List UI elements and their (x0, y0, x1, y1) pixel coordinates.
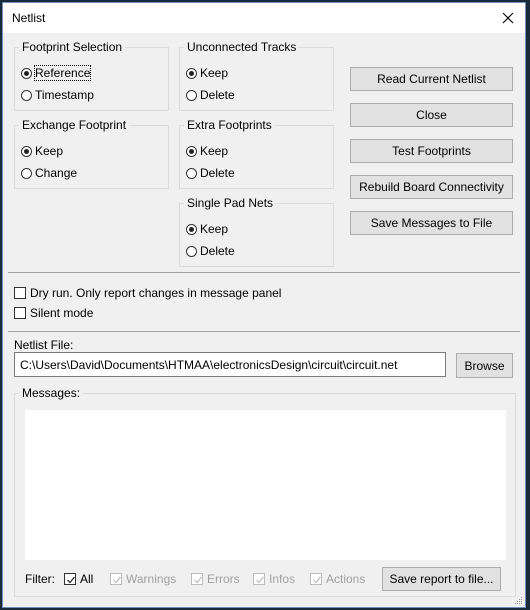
radio-extra-keep[interactable]: Keep (186, 143, 228, 159)
silent-mode-checkbox[interactable]: Silent mode (14, 305, 93, 321)
extra-footprints-group: Extra Footprints Keep Delete (179, 118, 334, 189)
filter-actions-checkbox[interactable]: Actions (310, 571, 365, 587)
messages-group: Messages: Filter: All Warnings Errors In… (14, 386, 516, 597)
group-label: Unconnected Tracks (184, 40, 300, 54)
close-icon (502, 12, 514, 24)
radio-selected-icon (186, 223, 197, 235)
group-label: Exchange Footprint (19, 118, 130, 132)
radio-exchange-keep[interactable]: Keep (21, 143, 63, 159)
exchange-footprint-group: Exchange Footprint Keep Change (14, 118, 169, 189)
checkbox-checked-disabled-icon (110, 573, 122, 585)
netlist-file-input[interactable]: C:\Users\David\Documents\HTMAA\electroni… (14, 352, 446, 377)
footprint-selection-group: Footprint Selection Reference Timestamp (14, 40, 169, 111)
single-pad-nets-group: Single Pad Nets Keep Delete (179, 196, 334, 267)
netlist-dialog: Netlist Footprint Selection Reference Ti… (2, 2, 526, 608)
radio-unselected-icon (21, 89, 32, 101)
group-label: Footprint Selection (19, 40, 126, 54)
radio-selected-icon (186, 67, 197, 79)
resize-grip-icon[interactable] (515, 597, 523, 605)
radio-unselected-icon (186, 167, 197, 179)
checkbox-checked-disabled-icon (191, 573, 203, 585)
filter-warnings-checkbox[interactable]: Warnings (110, 571, 176, 587)
window-title: Netlist (12, 11, 46, 25)
radio-selected-icon (186, 145, 197, 157)
radio-selected-icon (21, 145, 32, 157)
group-label: Single Pad Nets (184, 196, 277, 210)
close-button[interactable]: Close (350, 103, 513, 127)
radio-exchange-change[interactable]: Change (21, 165, 77, 181)
radio-selected-icon (21, 67, 32, 79)
filter-infos-checkbox[interactable]: Infos (253, 571, 295, 587)
radio-timestamp[interactable]: Timestamp (21, 87, 94, 103)
radio-tracks-delete[interactable]: Delete (186, 87, 235, 103)
checkbox-unchecked-icon (14, 307, 26, 319)
separator (8, 272, 520, 273)
checkbox-unchecked-icon (14, 287, 26, 299)
unconnected-tracks-group: Unconnected Tracks Keep Delete (179, 40, 334, 111)
test-footprints-button[interactable]: Test Footprints (350, 139, 513, 163)
radio-singlepad-keep[interactable]: Keep (186, 221, 228, 237)
group-label: Messages: (19, 386, 84, 400)
netlist-file-label: Netlist File: (14, 338, 74, 352)
messages-panel[interactable] (25, 410, 506, 560)
filter-errors-checkbox[interactable]: Errors (191, 571, 240, 587)
save-report-button[interactable]: Save report to file... (382, 567, 501, 591)
radio-singlepad-delete[interactable]: Delete (186, 243, 235, 259)
group-label: Extra Footprints (184, 118, 275, 132)
radio-reference[interactable]: Reference (21, 65, 92, 81)
read-current-netlist-button[interactable]: Read Current Netlist (350, 67, 513, 91)
radio-unselected-icon (21, 167, 32, 179)
checkbox-checked-icon (64, 573, 76, 585)
title-bar: Netlist (3, 3, 525, 33)
close-window-button[interactable] (496, 6, 520, 30)
separator (8, 331, 520, 332)
checkbox-checked-disabled-icon (253, 573, 265, 585)
browse-button[interactable]: Browse (456, 353, 513, 378)
radio-tracks-keep[interactable]: Keep (186, 65, 228, 81)
filter-label: Filter: (25, 572, 55, 586)
save-messages-button[interactable]: Save Messages to File (350, 211, 513, 235)
rebuild-board-connectivity-button[interactable]: Rebuild Board Connectivity (350, 175, 513, 199)
radio-extra-delete[interactable]: Delete (186, 165, 235, 181)
radio-unselected-icon (186, 89, 197, 101)
radio-unselected-icon (186, 245, 197, 257)
dry-run-checkbox[interactable]: Dry run. Only report changes in message … (14, 285, 281, 301)
checkbox-checked-disabled-icon (310, 573, 322, 585)
filter-all-checkbox[interactable]: All (64, 571, 93, 587)
